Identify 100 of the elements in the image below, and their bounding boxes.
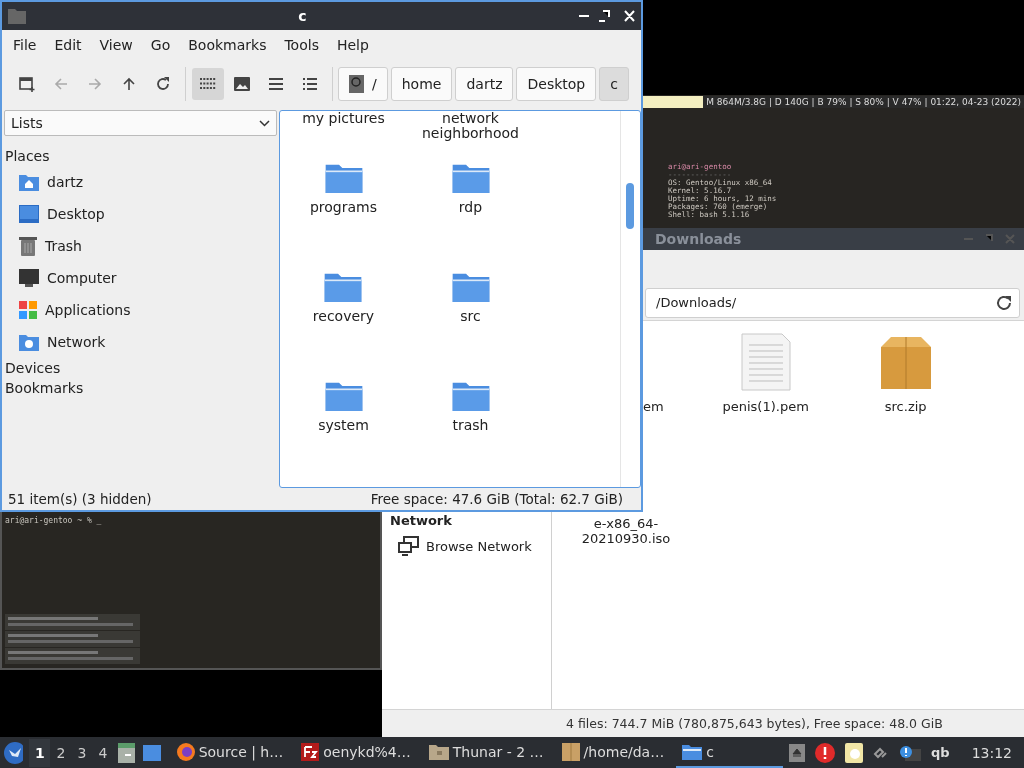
bird-logo-icon[interactable]	[4, 741, 24, 764]
fz-logo-icon	[301, 742, 320, 761]
section-header[interactable]: Devices	[4, 358, 277, 378]
detail-list-icon	[303, 78, 317, 90]
network-folder-icon	[19, 333, 39, 351]
place-label: Network	[47, 334, 106, 350]
path-button[interactable]: dartz	[455, 67, 514, 101]
clipboard-icon[interactable]	[845, 742, 863, 763]
applications-icon	[19, 301, 37, 319]
item-count-text: 51 item(s) (3 hidden)	[8, 491, 152, 507]
task-button[interactable]: c	[676, 737, 783, 768]
back-arrow-icon	[54, 77, 68, 91]
menu-item[interactable]: Bookmarks	[179, 37, 276, 53]
task-button[interactable]: Thunar - 2 …	[422, 737, 550, 768]
sidebar-header: Network	[390, 513, 453, 528]
folder-name: programs	[309, 199, 378, 215]
place-item[interactable]: Desktop	[4, 198, 277, 230]
folder-item[interactable]: recovery	[312, 250, 375, 359]
menu-item[interactable]: File	[4, 37, 46, 53]
place-label: Computer	[47, 270, 117, 286]
window-title: c	[298, 8, 307, 24]
home-folder-icon	[19, 173, 39, 191]
place-item[interactable]: Trash	[4, 230, 277, 262]
computer-icon	[19, 269, 39, 287]
menu-item[interactable]: View	[90, 37, 142, 53]
item-label: Browse Network	[426, 538, 532, 554]
section-header[interactable]: Bookmarks	[4, 378, 277, 398]
folder-item[interactable]: src	[450, 250, 491, 359]
system-status-text: M 864M/3.8G | D 140G | B 79% | S 80% | V 47% | 01:22, 04-23 (2022)	[703, 96, 1024, 108]
menu-item[interactable]: Go	[141, 37, 180, 53]
folder-item[interactable]: trash	[450, 359, 491, 468]
folder-name: recovery	[312, 308, 375, 324]
file-name: network neighborhood	[422, 111, 519, 141]
place-label: dartz	[47, 174, 84, 190]
alert-icon[interactable]	[815, 742, 835, 763]
reload-icon[interactable]	[995, 293, 1013, 312]
place-item[interactable]: Computer	[4, 262, 277, 294]
task-button[interactable]: Source | h…	[170, 737, 290, 768]
folder-name: trash	[452, 417, 489, 433]
place-label: Desktop	[47, 206, 105, 222]
file-name[interactable]: e-x86_64-20210930.iso	[562, 516, 690, 546]
workspace-button[interactable]: 4	[92, 738, 114, 767]
window-controls-icon[interactable]	[579, 10, 635, 22]
eject-icon[interactable]	[789, 743, 805, 762]
fox-globe-icon	[176, 742, 195, 761]
box-icon	[561, 742, 580, 761]
menu-item[interactable]: Edit	[45, 37, 91, 53]
path-button[interactable]: Desktop	[516, 67, 597, 101]
free-space-text: Free space: 47.6 GiB (Total: 62.7 GiB)	[370, 491, 623, 507]
workspace-button[interactable]: 2	[50, 738, 72, 767]
task-button[interactable]: /home/da…	[555, 737, 671, 768]
window-icon[interactable]	[143, 744, 161, 761]
clock: 13:12	[971, 744, 1012, 761]
tray-text[interactable]: qb	[931, 745, 950, 760]
file-name[interactable]: em	[643, 399, 664, 414]
file-name: my pictures	[302, 111, 385, 128]
image-view-icon	[234, 77, 250, 91]
file-name: penis(1).pem	[722, 399, 809, 414]
desktop-icon	[19, 205, 39, 223]
path-button[interactable]: /	[338, 67, 388, 101]
place-item[interactable]: Network	[4, 326, 277, 358]
file-name: src.zip	[884, 399, 927, 414]
menu-item[interactable]: Tools	[275, 37, 328, 53]
window-title: Downloads	[655, 231, 742, 247]
address-field[interactable]: /Downloads/	[645, 287, 1020, 318]
view-mode-button[interactable]	[192, 68, 224, 100]
folder-item[interactable]: programs	[309, 141, 378, 250]
folder-name: src	[460, 308, 481, 324]
folder-icon	[8, 8, 26, 24]
download-entry[interactable]: penis(1).pem	[685, 333, 846, 414]
status-text: 4 files: 744.7 MiB (780,875,643 bytes), Free space: 48.0 GiB	[382, 709, 1024, 737]
network-icon	[398, 536, 420, 556]
folder-icon	[428, 743, 449, 760]
folder-item[interactable]: system	[318, 359, 369, 468]
menu-item[interactable]: Help	[327, 37, 378, 53]
section-header: Places	[4, 147, 51, 166]
place-item[interactable]: Applications	[4, 294, 277, 326]
folder-item[interactable]: rdp	[450, 141, 491, 250]
place-label: Trash	[45, 238, 82, 254]
folder-icon	[682, 743, 703, 760]
text-document-icon	[740, 333, 791, 391]
up-arrow-icon	[122, 77, 136, 91]
chevron-down-icon	[259, 119, 270, 127]
trash-icon	[19, 236, 37, 256]
path-button[interactable]: c	[599, 67, 629, 101]
info-badge-icon[interactable]	[899, 744, 921, 761]
sidebar-item[interactable]: Browse Network	[390, 536, 551, 556]
reload-icon	[155, 76, 171, 92]
file-cabinet-icon[interactable]	[117, 742, 136, 763]
task-button[interactable]: oenykd%4…	[295, 737, 417, 768]
folder-name: rdp	[458, 199, 483, 215]
terminal-prompt: ari@ari-gentoo ~ % _	[5, 516, 103, 525]
download-entry[interactable]: src.zip	[845, 333, 966, 414]
workspace-button[interactable]: 3	[71, 738, 93, 767]
place-item[interactable]: dartz	[4, 166, 277, 198]
workspace-button[interactable]: 1	[29, 738, 51, 767]
list-view-icon	[269, 78, 283, 90]
drive-icon	[349, 75, 364, 93]
path-button[interactable]: home	[390, 67, 453, 101]
side-pane-dropdown[interactable]: Lists	[4, 110, 277, 136]
